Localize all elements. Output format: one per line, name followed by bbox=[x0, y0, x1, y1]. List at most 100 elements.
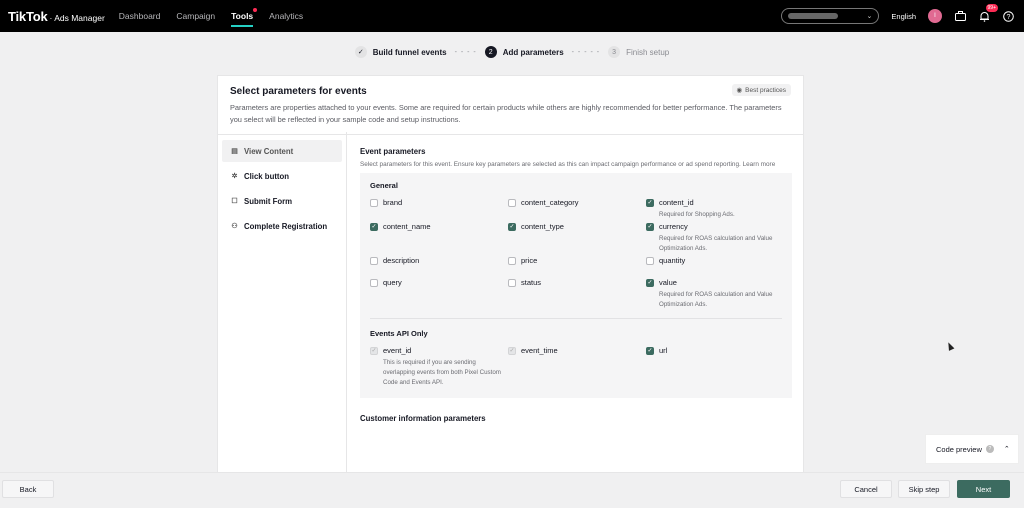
parameter-label: content_id bbox=[659, 198, 694, 207]
nav-campaign[interactable]: Campaign bbox=[176, 0, 215, 32]
parameter-option: quantity bbox=[646, 256, 784, 276]
sidebar-item-click-button[interactable]: ✲ Click button bbox=[222, 165, 342, 187]
check-icon: ✓ bbox=[354, 46, 367, 58]
checkbox[interactable]: ✓ bbox=[508, 222, 516, 231]
parameter-label: content_name bbox=[383, 222, 431, 231]
parameter-option: ✓ value Required for ROAS calculation and … bbox=[646, 278, 784, 310]
nav-label: Dashboard bbox=[118, 11, 161, 21]
sidebar-item-view-content[interactable]: ▤ View Content bbox=[222, 140, 342, 162]
next-button[interactable]: Next bbox=[957, 480, 1010, 498]
event-parameters-description: Select parameters for this event. Ensure… bbox=[360, 161, 776, 168]
parameter-option: ✓ event_id This is required if you are sen… bbox=[370, 346, 508, 388]
sidebar-item-label: Complete Registration bbox=[244, 221, 328, 231]
avatar[interactable]: I bbox=[928, 9, 942, 23]
customer-info-title: Customer information parameters bbox=[360, 414, 486, 423]
parameter-label: content_type bbox=[521, 222, 564, 231]
lightbulb-icon: ◉ bbox=[736, 87, 743, 94]
progress-stepper: ✓ Build funnel events - - - - 2 Add para… bbox=[0, 46, 1024, 58]
parameter-checkbox-row[interactable]: ✓ content_id bbox=[646, 198, 784, 207]
parameter-label: price bbox=[521, 256, 538, 265]
card-header: Select parameters for events Parameters … bbox=[218, 76, 803, 135]
parameter-option: description bbox=[370, 256, 508, 276]
checkbox[interactable] bbox=[646, 256, 654, 265]
checkbox[interactable]: ✓ bbox=[646, 278, 654, 287]
parameter-note: Required for ROAS calculation and Value … bbox=[659, 291, 773, 308]
parameter-checkbox-row[interactable]: description bbox=[370, 256, 508, 265]
nav-label: Analytics bbox=[269, 11, 304, 21]
best-practices-button[interactable]: ◉ Best practices bbox=[731, 84, 791, 96]
parameter-checkbox-row[interactable]: query bbox=[370, 278, 508, 287]
code-preview-panel[interactable]: Code preview ? ⌃ bbox=[925, 434, 1019, 464]
checkbox[interactable] bbox=[370, 198, 378, 207]
back-button[interactable]: Back bbox=[2, 480, 54, 498]
nav-analytics[interactable]: Analytics bbox=[269, 0, 303, 32]
parameter-checkbox-row[interactable]: quantity bbox=[646, 256, 784, 265]
checkbox: ✓ bbox=[508, 346, 516, 355]
briefcase-icon[interactable] bbox=[954, 10, 966, 22]
help-icon[interactable]: ? bbox=[985, 445, 994, 453]
events-api-parameters-grid: ✓ event_id This is required if you are sen… bbox=[370, 346, 782, 390]
step-separator: - - - - - bbox=[571, 48, 601, 56]
parameter-label: brand bbox=[383, 198, 403, 207]
general-parameters-grid: brand content_category ✓ content_id Required… bbox=[370, 198, 782, 312]
bell-icon[interactable]: 99+ bbox=[978, 4, 998, 22]
parameter-checkbox-row[interactable]: ✓ content_name bbox=[370, 222, 508, 231]
click-icon: ✲ bbox=[231, 173, 238, 180]
sidebar-item-label: Submit Form bbox=[244, 196, 293, 206]
checkbox[interactable] bbox=[508, 198, 516, 207]
help-icon[interactable]: ? bbox=[1002, 10, 1014, 22]
events-api-group-title: Events API Only bbox=[370, 329, 428, 338]
parameter-checkbox-row[interactable]: ✓ content_type bbox=[508, 222, 646, 231]
parameter-option: brand bbox=[370, 198, 508, 220]
chevron-up-icon[interactable]: ⌃ bbox=[1004, 445, 1010, 453]
parameter-checkbox-row[interactable]: ✓ currency bbox=[646, 222, 784, 231]
parameter-note: Required for ROAS calculation and Value … bbox=[659, 235, 773, 252]
parameter-label: value bbox=[659, 278, 677, 287]
nav-label: Tools bbox=[231, 11, 254, 21]
parameter-label: quantity bbox=[659, 256, 686, 265]
checkbox[interactable] bbox=[508, 278, 516, 287]
parameter-label: query bbox=[383, 278, 402, 287]
parameter-checkbox-row[interactable]: brand bbox=[370, 198, 508, 207]
parameter-label: content_category bbox=[521, 198, 579, 207]
tiktok-ads-manager-logo[interactable]: TikTok · Ads Manager bbox=[8, 9, 105, 24]
parameter-option: query bbox=[370, 278, 508, 310]
sidebar-item-submit-form[interactable]: ☐ Submit Form bbox=[222, 190, 342, 212]
sidebar-item-complete-registration[interactable]: ⚇ Complete Registration bbox=[222, 215, 342, 237]
parameter-checkbox-row[interactable]: ✓ url bbox=[646, 346, 784, 355]
parameter-option: content_category bbox=[508, 198, 646, 220]
svg-text:?: ? bbox=[1006, 14, 1010, 21]
step-finish-setup: 3 Finish setup bbox=[608, 46, 669, 58]
skip-step-button[interactable]: Skip step bbox=[898, 480, 950, 498]
nav-label: Campaign bbox=[176, 11, 216, 21]
step-separator: - - - - bbox=[454, 48, 477, 56]
checkbox[interactable] bbox=[370, 278, 378, 287]
parameter-note: This is required if you are sending over… bbox=[383, 359, 501, 386]
parameter-checkbox-row[interactable]: status bbox=[508, 278, 646, 287]
account-selector[interactable]: ⌄ bbox=[781, 8, 880, 24]
checkbox[interactable] bbox=[370, 256, 378, 265]
event-parameters-title: Event parameters bbox=[360, 147, 426, 156]
parameter-checkbox-row[interactable]: content_category bbox=[508, 198, 646, 207]
language-selector[interactable]: English bbox=[891, 12, 916, 21]
checkbox[interactable]: ✓ bbox=[370, 222, 378, 231]
parameter-checkbox-row: ✓ event_time bbox=[508, 346, 646, 355]
checkbox[interactable]: ✓ bbox=[646, 198, 654, 207]
step-build-funnel-events: ✓ Build funnel events bbox=[354, 46, 447, 58]
checkbox[interactable] bbox=[508, 256, 516, 265]
checkbox[interactable]: ✓ bbox=[646, 346, 654, 355]
account-name-blurred bbox=[788, 13, 839, 19]
card-description: Parameters are properties attached to yo… bbox=[230, 103, 782, 124]
nav-dashboard[interactable]: Dashboard bbox=[119, 0, 161, 32]
chevron-down-icon: ⌄ bbox=[866, 13, 873, 20]
cancel-button[interactable]: Cancel bbox=[840, 480, 892, 498]
nav-tools[interactable]: Tools bbox=[231, 0, 258, 32]
parameter-checkbox-row[interactable]: ✓ value bbox=[646, 278, 784, 287]
parameters-panel: General brand content_category ✓ content_id… bbox=[360, 173, 792, 398]
step-label: Build funnel events bbox=[372, 47, 447, 57]
parameter-option: ✓ event_time bbox=[508, 346, 646, 388]
parameter-checkbox-row[interactable]: price bbox=[508, 256, 646, 265]
checkbox[interactable]: ✓ bbox=[646, 222, 654, 231]
event-sidebar: ▤ View Content ✲ Click button ☐ Submit F… bbox=[218, 132, 347, 472]
parameter-label: status bbox=[521, 278, 542, 287]
